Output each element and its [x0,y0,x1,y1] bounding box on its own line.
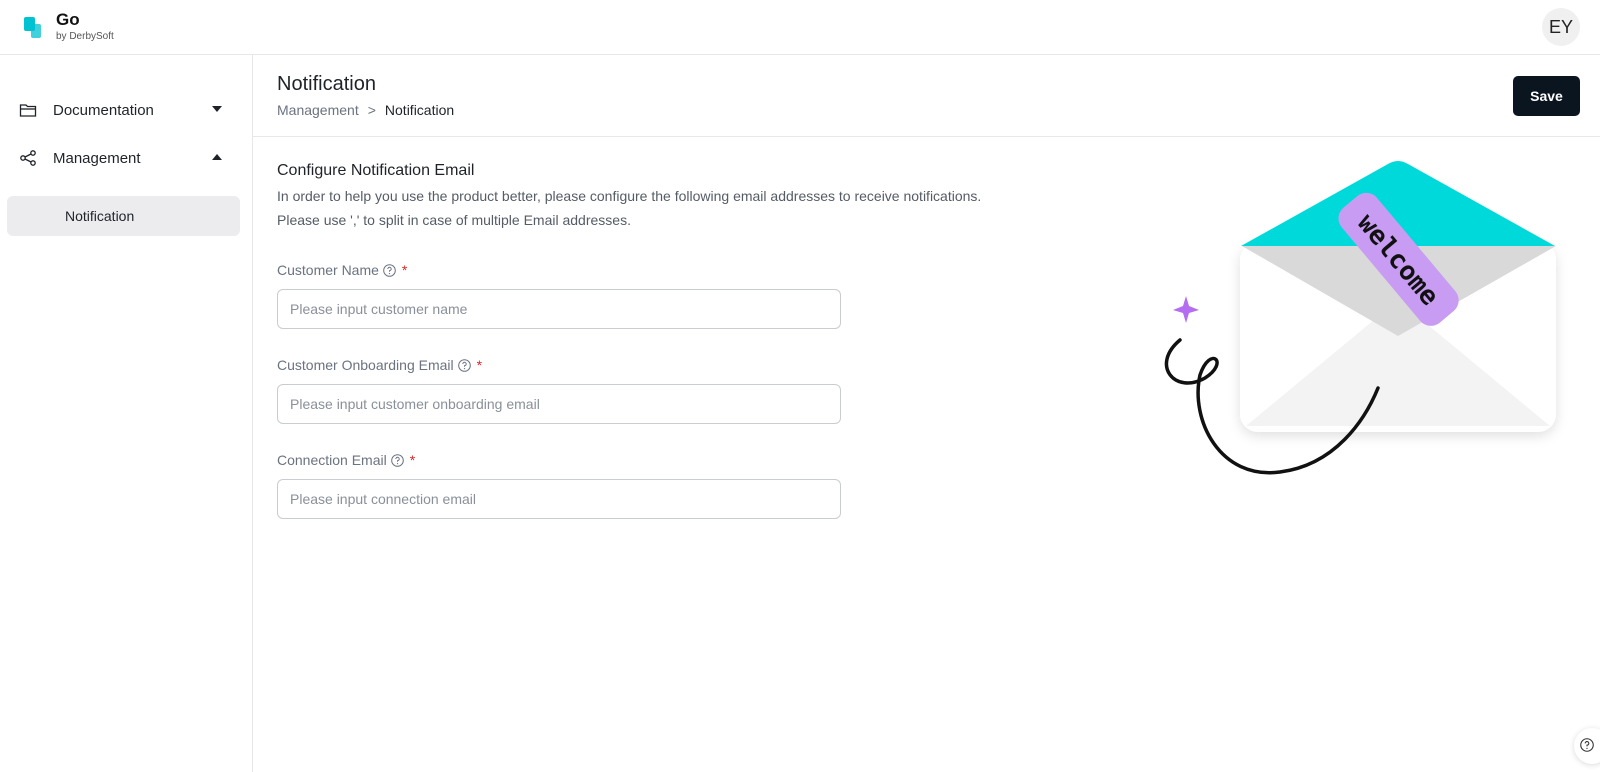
sidebar-item-documentation[interactable]: Documentation [6,90,240,130]
customer-onboarding-email-label-row: Customer Onboarding Email * [277,355,841,375]
required-mark: * [476,357,483,373]
notification-form: Configure Notification Email In order to… [277,160,1107,519]
sidebar-item-notification[interactable]: Notification [7,196,240,236]
folder-icon [19,104,37,117]
connection-email-label: Connection Email [277,452,387,468]
page-header: Notification Management > Notification S… [253,55,1600,137]
sidebar: Documentation Management Notification [0,55,253,772]
customer-name-label-row: Customer Name * [277,260,841,280]
save-button[interactable]: Save [1513,76,1580,116]
share-icon [20,150,36,166]
sidebar-item-management[interactable]: Management [6,138,240,178]
section-title: Configure Notification Email [277,162,475,179]
connection-email-label-row: Connection Email * [277,450,841,470]
brand: Go by DerbySoft [56,10,114,43]
chevron-up-icon [212,154,222,160]
top-bar: Go by DerbySoft EY [0,0,1600,55]
customer-name-input[interactable] [277,289,841,329]
page-title: Notification [277,73,376,95]
required-mark: * [401,262,408,278]
brand-subtitle: by DerbySoft [56,31,114,42]
help-circle-icon[interactable] [390,453,404,467]
sidebar-item-label: Documentation [53,101,154,119]
sidebar-item-label: Management [53,149,141,167]
breadcrumb: Management > Notification [277,102,454,118]
customer-onboarding-email-label: Customer Onboarding Email [277,357,454,373]
breadcrumb-parent[interactable]: Management [277,102,359,118]
user-avatar[interactable]: EY [1542,8,1580,46]
connection-email-input[interactable] [277,479,841,519]
customer-onboarding-email-field: Customer Onboarding Email * [277,355,841,424]
floating-help-button[interactable] [1574,728,1600,764]
connection-email-field: Connection Email * [277,450,841,519]
welcome-envelope-illustration: welcome [1164,161,1556,475]
help-circle-icon [1580,738,1594,752]
help-circle-icon[interactable] [383,263,396,277]
form-description-line-2: Please use ',' to split in case of multi… [277,212,631,228]
customer-onboarding-email-input[interactable] [277,384,841,424]
required-mark: * [409,452,416,468]
brand-name: Go [56,10,80,29]
customer-name-field: Customer Name * [277,260,841,329]
form-description-line-1: In order to help you use the product bet… [277,188,982,204]
go-logo-icon[interactable] [22,14,44,40]
sidebar-subitem-label: Notification [65,208,135,224]
customer-name-label: Customer Name [277,262,379,278]
chevron-down-icon [212,106,222,112]
help-circle-icon[interactable] [457,358,471,372]
breadcrumb-current: Notification [384,102,455,118]
breadcrumb-separator: > [367,102,376,118]
sparkle-icon [1173,296,1199,323]
